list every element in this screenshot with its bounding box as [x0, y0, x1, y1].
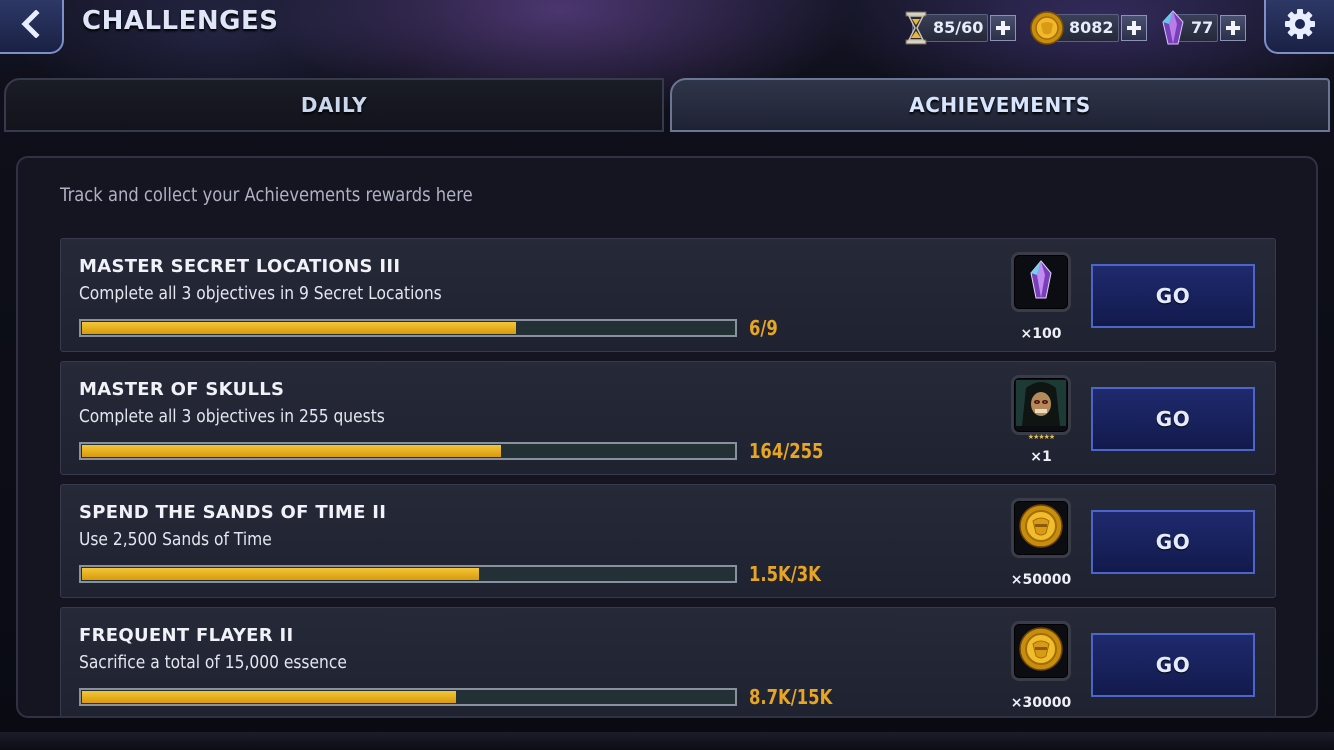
achievement-title: MASTER SECRET LOCATIONS III — [79, 256, 401, 277]
panel-subtitle: Track and collect your Achievements rewa… — [60, 184, 473, 206]
reward-frame — [1011, 621, 1071, 681]
gear-icon — [1284, 8, 1316, 44]
progress-bar — [79, 319, 737, 337]
achievement-row: MASTER OF SKULLS Complete all 3 objectiv… — [60, 361, 1276, 475]
progress-label: 8.7K/15K — [749, 685, 833, 709]
achievement-title: FREQUENT FLAYER II — [79, 625, 294, 646]
add-energy-button[interactable] — [990, 15, 1017, 41]
energy-counter: 85/60 — [904, 10, 1017, 46]
progress-label: 164/255 — [749, 439, 824, 463]
reward-stars: ★★★★★ — [1027, 433, 1055, 441]
page-title: CHALLENGES — [82, 6, 279, 36]
progress-fill — [82, 568, 479, 580]
reward-frame — [1011, 252, 1071, 312]
achievement-description: Complete all 3 objectives in 9 Secret Lo… — [79, 283, 442, 304]
achievement-title: SPEND THE SANDS OF TIME II — [79, 502, 387, 523]
achievements-panel: Track and collect your Achievements rewa… — [16, 156, 1318, 718]
plus-icon — [1126, 21, 1141, 35]
reward-quantity: ×100 — [1020, 326, 1062, 342]
reward-quantity: ×50000 — [1010, 572, 1072, 588]
reward-frame — [1011, 498, 1071, 558]
add-gold-button[interactable] — [1120, 15, 1147, 41]
progress-bar — [79, 688, 737, 706]
gold-coin-icon — [1030, 11, 1064, 45]
progress-fill — [82, 691, 457, 703]
reward-frame — [1011, 375, 1071, 435]
reward: ★★★★★ ×1 — [1011, 375, 1071, 473]
reward-quantity: ×30000 — [1010, 695, 1072, 711]
gold-counter: 8082 — [1030, 10, 1147, 46]
bottom-bar — [0, 732, 1334, 750]
achievement-description: Use 2,500 Sands of Time — [79, 529, 272, 550]
crystal-icon — [1028, 260, 1054, 304]
tab-daily[interactable]: DAILY — [4, 78, 664, 132]
reward-quantity: ×1 — [1030, 449, 1052, 465]
back-button[interactable] — [0, 0, 64, 54]
crystal-icon — [1160, 10, 1186, 46]
hourglass-icon — [904, 11, 928, 45]
go-button[interactable]: GO — [1091, 264, 1255, 328]
reward: ×100 — [1011, 252, 1071, 350]
progress-bar — [79, 442, 737, 460]
go-button[interactable]: GO — [1091, 510, 1255, 574]
settings-button[interactable] — [1264, 0, 1334, 54]
chevron-left-icon — [20, 9, 42, 42]
achievement-description: Sacrifice a total of 15,000 essence — [79, 652, 347, 673]
achievement-title: MASTER OF SKULLS — [79, 379, 285, 400]
plus-icon — [996, 21, 1011, 35]
progress-label: 1.5K/3K — [749, 562, 821, 586]
achievement-row: SPEND THE SANDS OF TIME II Use 2,500 San… — [60, 484, 1276, 598]
achievement-description: Complete all 3 objectives in 255 quests — [79, 406, 385, 427]
progress-fill — [82, 322, 517, 334]
reward: ×50000 — [1011, 498, 1071, 596]
tab-achievements[interactable]: ACHIEVEMENTS — [670, 78, 1330, 132]
reward: ×30000 — [1011, 621, 1071, 716]
gold-coin-icon — [1019, 627, 1063, 675]
champion-portrait-icon — [1016, 380, 1066, 430]
plus-icon — [1226, 21, 1241, 35]
units-counter: 77 — [1160, 10, 1247, 46]
progress-bar — [79, 565, 737, 583]
go-button[interactable]: GO — [1091, 633, 1255, 697]
gold-coin-icon — [1019, 504, 1063, 552]
achievement-row: MASTER SECRET LOCATIONS III Complete all… — [60, 238, 1276, 352]
progress-label: 6/9 — [749, 316, 778, 340]
challenges-screen: CHALLENGES 85/60 8082 77 DAILY ACHIEVEME… — [0, 0, 1334, 750]
progress-fill — [82, 445, 501, 457]
achievement-row: FREQUENT FLAYER II Sacrifice a total of … — [60, 607, 1276, 716]
go-button[interactable]: GO — [1091, 387, 1255, 451]
add-units-button[interactable] — [1220, 15, 1247, 41]
